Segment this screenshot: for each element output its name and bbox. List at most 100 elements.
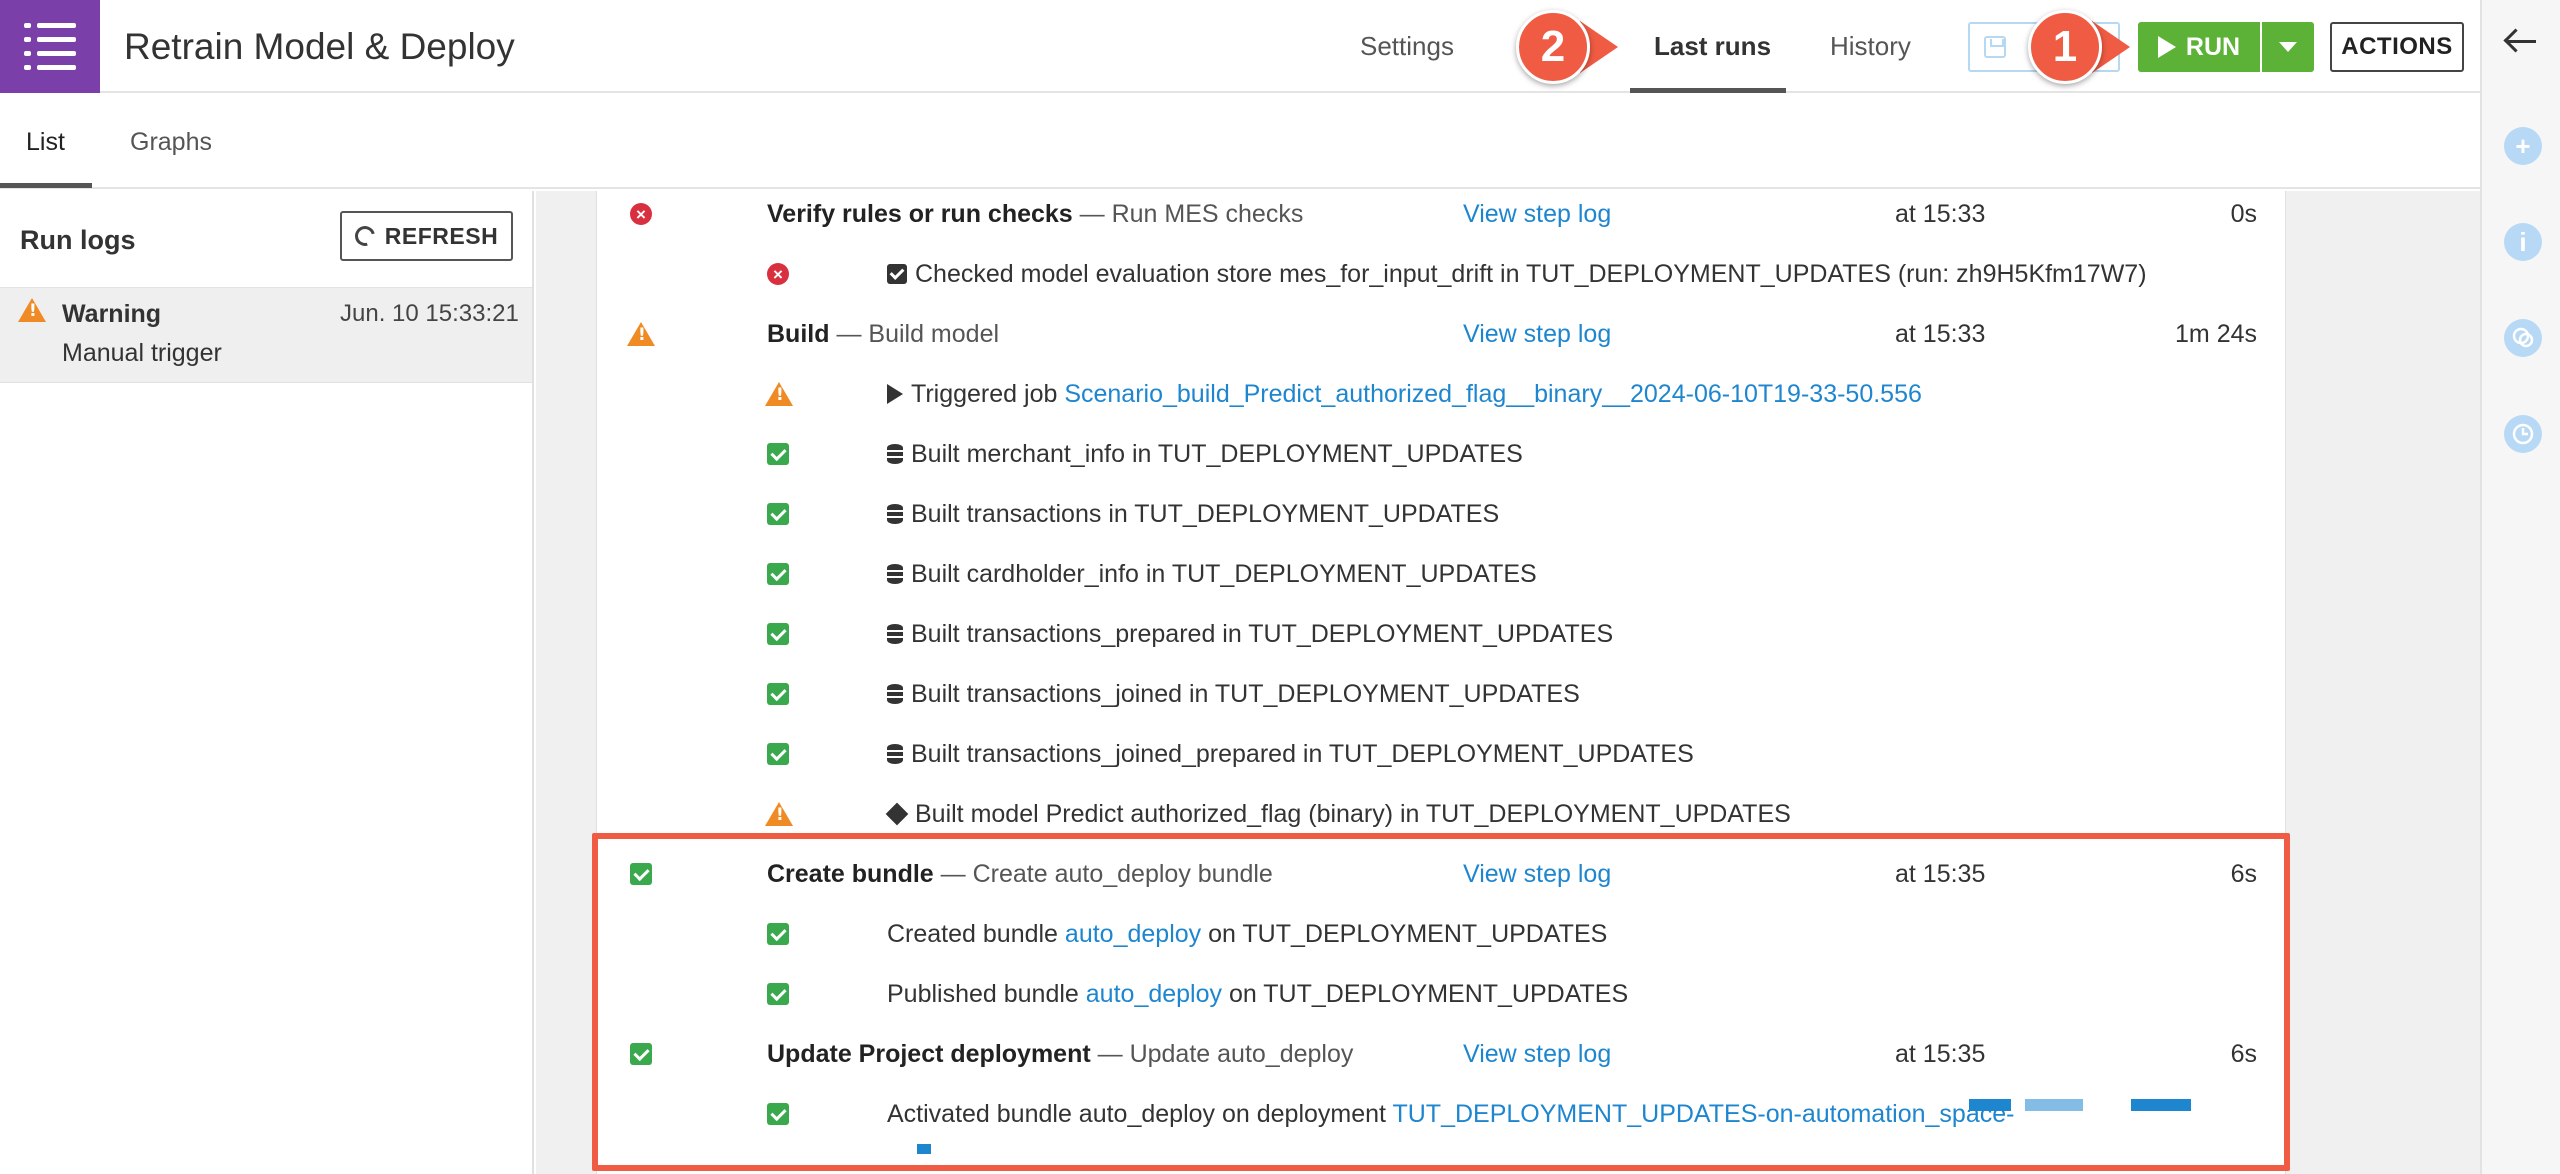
step-time: at 15:33 <box>1895 200 1986 228</box>
success-icon <box>767 623 789 645</box>
step-description: — Create auto_deploy bundle <box>940 860 1273 888</box>
bundle-link[interactable]: auto_deploy <box>1086 980 1222 1008</box>
run-status: Warning <box>62 300 162 328</box>
step-duration: 6s <box>2230 1040 2257 1068</box>
run-trigger: Manual trigger <box>62 339 222 367</box>
step-detail-row: Built cardholder_info in TUT_DEPLOYMENT_… <box>597 545 2287 605</box>
step-name: Create bundle <box>767 860 934 888</box>
dataset-icon <box>887 504 903 524</box>
refresh-icon <box>351 222 379 250</box>
top-bar: Retrain Model & Deploy Settings Last run… <box>0 0 2480 93</box>
success-icon <box>767 923 789 945</box>
success-icon <box>767 563 789 585</box>
tab-last-runs[interactable]: Last runs <box>1654 31 1771 62</box>
run-date: Jun. 10 15:33:21 <box>340 300 519 327</box>
plus-icon[interactable]: + <box>2504 127 2542 165</box>
redacted-text <box>2025 1099 2083 1111</box>
step-description: — Update auto_deploy <box>1097 1040 1354 1068</box>
warning-icon <box>627 322 655 346</box>
tab-history[interactable]: History <box>1830 31 1911 62</box>
success-icon <box>767 743 789 765</box>
view-step-log-link[interactable]: View step log <box>1463 860 1611 889</box>
active-tab-indicator <box>1630 88 1786 93</box>
tab-graphs[interactable]: Graphs <box>130 128 212 157</box>
detail-text: Checked model evaluation store mes_for_i… <box>915 260 2147 288</box>
view-step-log-link[interactable]: View step log <box>1463 1040 1611 1069</box>
step-description: — Run MES checks <box>1079 200 1304 228</box>
warning-icon <box>765 382 793 406</box>
step-row-verify: × Verify rules or run checks — Run MES c… <box>597 185 2287 245</box>
sub-tabs: List Graphs <box>0 95 2480 189</box>
success-icon <box>630 1043 652 1065</box>
detail-text: Built model Predict authorized_flag (bin… <box>915 800 1791 828</box>
check-square-icon <box>887 264 907 284</box>
step-row-create-bundle: Create bundle — Create auto_deploy bundl… <box>597 845 2287 905</box>
step-detail-row: × Checked model evaluation store mes_for… <box>597 245 2287 305</box>
success-icon <box>767 683 789 705</box>
chevron-down-icon <box>2279 42 2297 52</box>
tab-settings[interactable]: Settings <box>1360 31 1454 62</box>
scenario-title: Retrain Model & Deploy <box>124 26 515 67</box>
error-icon: × <box>767 263 789 285</box>
tab-list[interactable]: List <box>26 128 65 157</box>
deployment-link[interactable]: TUT_DEPLOYMENT_UPDATES-on-automation_spa… <box>1392 1100 2014 1128</box>
step-detail-row: Triggered job Scenario_build_Predict_aut… <box>597 365 2287 425</box>
run-logs-title: Run logs <box>20 225 136 255</box>
job-link[interactable]: Scenario_build_Predict_authorized_flag__… <box>1064 380 1922 408</box>
step-duration: 6s <box>2230 860 2257 888</box>
redacted-text <box>1969 1099 2011 1111</box>
error-icon: × <box>630 203 652 225</box>
step-detail-row: Built model Predict authorized_flag (bin… <box>597 785 2287 845</box>
step-detail-row: Activated bundle auto_deploy on deployme… <box>597 1085 2287 1145</box>
step-detail-row: Created bundle auto_deploy on TUT_DEPLOY… <box>597 905 2287 965</box>
redacted-text <box>2131 1099 2191 1111</box>
bundle-link[interactable]: auto_deploy <box>1065 920 1201 948</box>
step-row-update-deployment: Update Project deployment — Update auto_… <box>597 1025 2287 1085</box>
step-detail-row: Published bundle auto_deploy on TUT_DEPL… <box>597 965 2287 1025</box>
step-detail-row: Built transactions_prepared in TUT_DEPLO… <box>597 605 2287 665</box>
play-icon <box>2157 36 2176 58</box>
success-icon <box>767 983 789 1005</box>
step-detail-row: Built merchant_info in TUT_DEPLOYMENT_UP… <box>597 425 2287 485</box>
view-step-log-link[interactable]: View step log <box>1463 200 1611 229</box>
warning-icon <box>18 298 46 322</box>
run-log-item[interactable]: Warning Jun. 10 15:33:21 Manual trigger <box>0 287 532 383</box>
detail-text: Built transactions_joined_prepared in TU… <box>911 740 1694 768</box>
refresh-button[interactable]: REFRESH <box>340 211 513 261</box>
refresh-label: REFRESH <box>384 222 499 249</box>
step-name: Build <box>767 320 830 348</box>
step-time: at 15:35 <box>1895 860 1986 888</box>
success-icon <box>767 503 789 525</box>
run-logs-panel: Run logs REFRESH Warning Jun. 10 15:33:2… <box>0 191 534 1174</box>
success-icon <box>767 443 789 465</box>
detail-text: Built transactions_joined in TUT_DEPLOYM… <box>911 680 1580 708</box>
menu-icon[interactable] <box>0 0 100 93</box>
step-name: Update Project deployment <box>767 1040 1091 1068</box>
step-description: — Build model <box>836 320 1000 348</box>
arrow-left-icon[interactable] <box>2508 40 2536 43</box>
step-detail-row: Built transactions in TUT_DEPLOYMENT_UPD… <box>597 485 2287 545</box>
detail-text: Built cardholder_info in TUT_DEPLOYMENT_… <box>911 560 1537 588</box>
run-dropdown-button[interactable] <box>2262 22 2314 72</box>
step-time: at 15:35 <box>1895 1040 1986 1068</box>
step-detail-row: Built transactions_joined in TUT_DEPLOYM… <box>597 665 2287 725</box>
discussion-icon[interactable] <box>2504 319 2542 357</box>
clock-icon[interactable] <box>2504 415 2542 453</box>
step-name: Verify rules or run checks <box>767 200 1073 228</box>
dataset-icon <box>887 564 903 584</box>
run-label: RUN <box>2185 32 2241 61</box>
success-icon <box>630 863 652 885</box>
save-icon <box>1984 36 2006 58</box>
view-step-log-link[interactable]: View step log <box>1463 320 1611 349</box>
success-icon <box>767 1103 789 1125</box>
actions-button[interactable]: ACTIONS <box>2330 22 2464 72</box>
step-log-list: × Verify rules or run checks — Run MES c… <box>596 191 2286 1174</box>
run-button[interactable]: RUN <box>2138 22 2260 72</box>
step-detail-row: Built transactions_joined_prepared in TU… <box>597 725 2287 785</box>
dataset-icon <box>887 624 903 644</box>
info-icon[interactable]: i <box>2504 223 2542 261</box>
dataset-icon <box>887 684 903 704</box>
step-row-build: Build — Build model View step log at 15:… <box>597 305 2287 365</box>
step-duration: 0s <box>2230 200 2257 228</box>
right-sidebar: + i <box>2480 0 2560 1174</box>
